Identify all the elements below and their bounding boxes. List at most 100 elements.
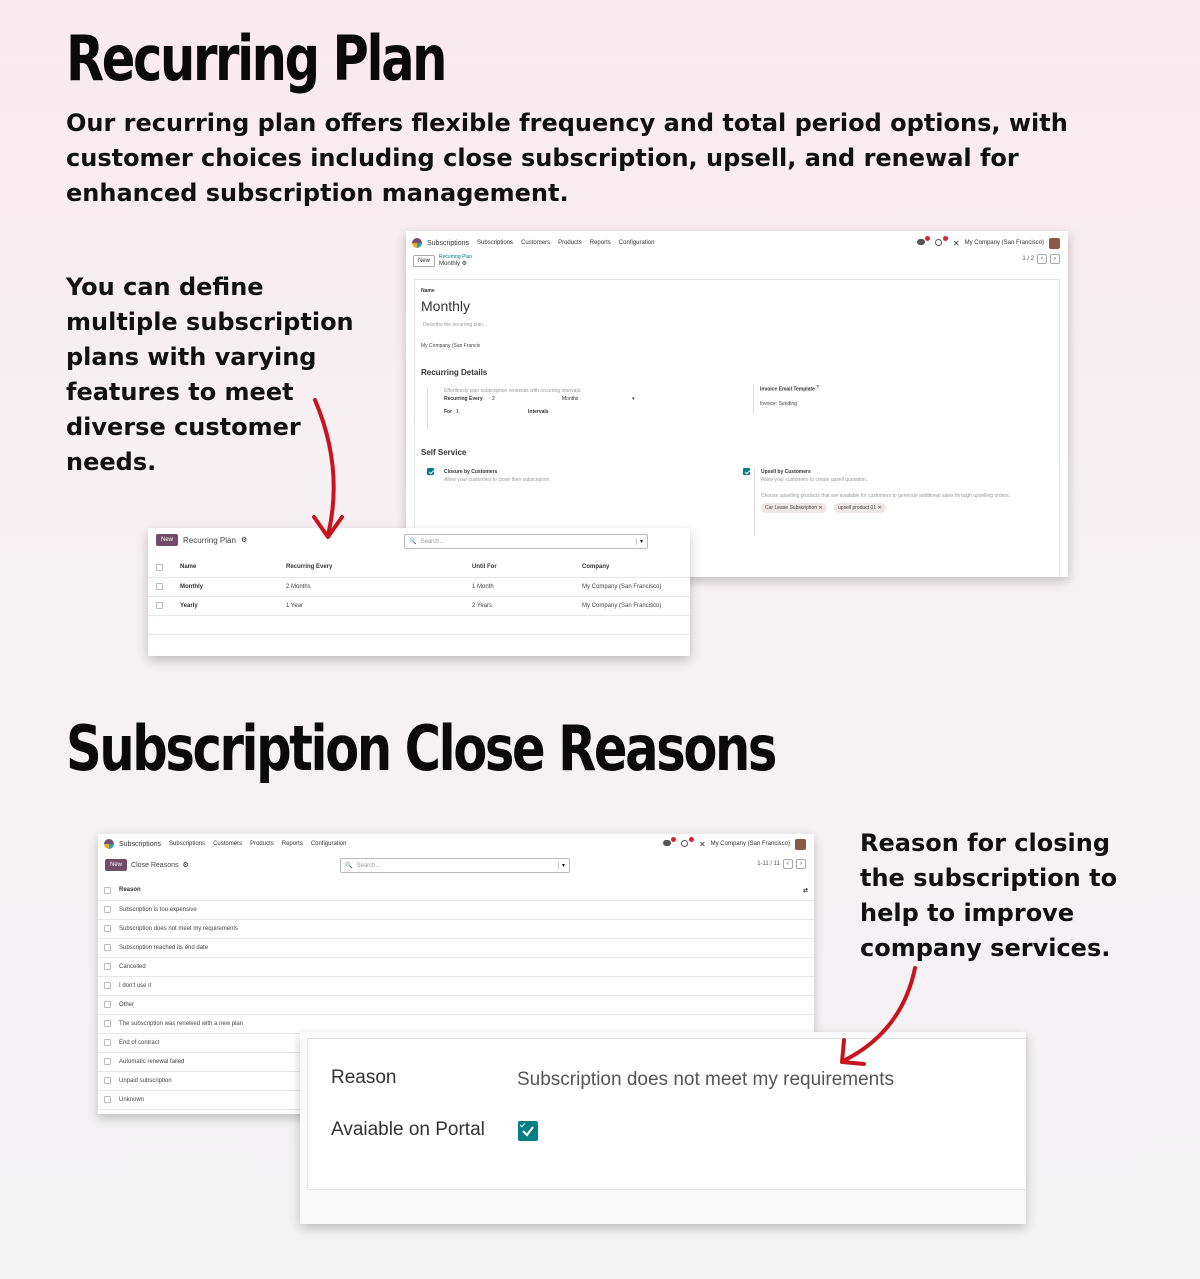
search-dropdown-icon[interactable]: ▾ xyxy=(635,538,643,545)
cell-until: 2 Years xyxy=(464,596,574,616)
tools-icon[interactable]: ✕ xyxy=(953,239,960,248)
new-button[interactable]: New xyxy=(156,534,179,546)
activity-icon[interactable] xyxy=(934,236,948,247)
breadcrumb-current: Monthly xyxy=(439,261,461,267)
name-field[interactable]: Monthly xyxy=(421,298,470,314)
reason-label: Reason xyxy=(331,1067,397,1088)
search-dropdown-icon[interactable]: ▾ xyxy=(557,862,565,869)
new-button[interactable]: New xyxy=(413,255,436,267)
menu-configuration[interactable]: Configuration xyxy=(619,240,655,246)
menu-customers[interactable]: Customers xyxy=(521,240,550,246)
row-checkbox[interactable] xyxy=(104,905,111,913)
menu-reports[interactable]: Reports xyxy=(282,841,303,847)
row-checkbox[interactable] xyxy=(104,962,111,970)
header-reason[interactable]: Reason xyxy=(118,881,794,901)
pager-prev-button[interactable]: ‹ xyxy=(1037,254,1047,264)
table-row[interactable]: Other xyxy=(98,995,814,1015)
table-row[interactable]: Yearly 1 Year 2 Years My Company (San Fr… xyxy=(148,596,690,616)
company-switcher[interactable]: My Company (San Francisco) xyxy=(965,240,1044,246)
app-name[interactable]: Subscriptions xyxy=(427,240,469,247)
invoice-template-field[interactable]: Invoice: Sending xyxy=(760,401,819,407)
table-empty-row xyxy=(148,615,690,635)
table-row[interactable]: Subscription is too expensive xyxy=(98,900,814,920)
search-input[interactable]: 🔍 Search... ▾ xyxy=(340,858,570,873)
reason-field[interactable]: Subscription does not meet my requiremen… xyxy=(517,1069,894,1091)
activity-icon[interactable] xyxy=(680,837,694,848)
table-row[interactable]: Cancelled xyxy=(98,957,814,977)
company-switcher[interactable]: My Company (San Francisco) xyxy=(711,841,790,847)
upsell-checkbox[interactable] xyxy=(743,468,750,475)
side-text-reasons: Reason for closing the subscription to h… xyxy=(860,829,1118,962)
pager-prev-button[interactable]: ‹ xyxy=(783,859,793,869)
recurring-every-label: Recurring Every xyxy=(444,396,483,402)
tools-icon[interactable]: ✕ xyxy=(699,840,706,849)
closure-label: Closure by Customers xyxy=(444,469,498,475)
header-recurring-every[interactable]: Recurring Every xyxy=(278,558,464,578)
row-checkbox[interactable] xyxy=(104,981,111,989)
table-row[interactable]: Subscription does not meet my requiremen… xyxy=(98,919,814,939)
table-header: Reason ⇄ xyxy=(98,881,814,901)
chat-icon[interactable] xyxy=(662,837,676,848)
new-button[interactable]: New xyxy=(105,859,128,871)
tag-upsell-product[interactable]: upsell product 01 ✕ xyxy=(834,503,886,513)
row-checkbox[interactable] xyxy=(104,1095,111,1103)
select-all-checkbox[interactable] xyxy=(156,563,163,571)
table-row[interactable]: I don't use it xyxy=(98,976,814,996)
gear-icon[interactable]: ⚙ xyxy=(182,861,188,869)
header-company[interactable]: Company xyxy=(574,558,690,578)
for-field[interactable]: 1 xyxy=(456,409,528,415)
recurring-unit-select[interactable]: Months xyxy=(562,396,632,402)
row-checkbox[interactable] xyxy=(104,1019,111,1027)
table-row[interactable]: Subscription reached its end date xyxy=(98,938,814,958)
row-checkbox[interactable] xyxy=(156,601,163,609)
menu-products[interactable]: Products xyxy=(558,240,582,246)
search-icon: 🔍 xyxy=(345,863,353,869)
self-service-title: Self Service xyxy=(421,448,467,457)
tag-car-lease[interactable]: Car Lease Subscription ✕ xyxy=(761,503,827,513)
header-name[interactable]: Name xyxy=(172,558,278,578)
top-navbar: Subscriptions Subscriptions Customers Pr… xyxy=(406,233,1068,253)
user-avatar[interactable] xyxy=(795,838,806,850)
row-checkbox[interactable] xyxy=(156,582,163,590)
menu-subscriptions[interactable]: Subscriptions xyxy=(477,240,513,246)
company-field[interactable]: My Company (San Francis xyxy=(421,343,480,349)
row-checkbox[interactable] xyxy=(104,1038,111,1046)
menu-customers[interactable]: Customers xyxy=(213,841,242,847)
upsell-products-help: Choose upselling products that are avail… xyxy=(761,493,1011,499)
pager-next-button[interactable]: › xyxy=(1050,254,1060,264)
pager: 1 / 2 xyxy=(1022,256,1034,262)
upsell-help: Allow your customers to create upsell qu… xyxy=(761,477,868,483)
breadcrumb-parent[interactable]: Recurring Plan xyxy=(439,254,472,261)
row-checkbox[interactable] xyxy=(104,943,111,951)
select-all-checkbox[interactable] xyxy=(104,886,111,894)
search-input[interactable]: 🔍 Search... ▾ xyxy=(404,534,648,549)
closure-checkbox[interactable] xyxy=(427,468,434,475)
arrow-icon xyxy=(840,966,917,1066)
column-settings-icon[interactable]: ⇄ xyxy=(794,881,814,901)
header-until-for[interactable]: Until For xyxy=(464,558,574,578)
gear-icon[interactable]: ⚙ xyxy=(241,536,247,544)
menu-configuration[interactable]: Configuration xyxy=(311,841,347,847)
row-checkbox[interactable] xyxy=(104,1000,111,1008)
app-logo-icon xyxy=(104,839,114,849)
pager: 1-11 / 11 xyxy=(757,861,780,867)
table-row[interactable]: Monthly 2 Months 1 Month My Company (San… xyxy=(148,577,690,597)
row-checkbox[interactable] xyxy=(104,1076,111,1084)
chat-icon[interactable] xyxy=(916,236,930,247)
row-checkbox[interactable] xyxy=(104,924,111,932)
menu-reports[interactable]: Reports xyxy=(590,240,611,246)
row-checkbox[interactable] xyxy=(104,1057,111,1065)
gear-icon[interactable]: ⚙ xyxy=(462,261,467,267)
portal-checkbox[interactable] xyxy=(518,1121,538,1141)
description-field[interactable]: Describe the recurring plan... xyxy=(423,322,487,328)
app-name[interactable]: Subscriptions xyxy=(119,841,161,848)
cell-name: Yearly xyxy=(172,596,278,616)
user-avatar[interactable] xyxy=(1049,237,1060,249)
menu-products[interactable]: Products xyxy=(250,841,274,847)
cell-recurring: 1 Year xyxy=(278,596,464,616)
table-row[interactable]: The subscription was renewed with a new … xyxy=(98,1014,814,1034)
recurring-every-field[interactable]: 2 xyxy=(492,396,562,402)
menu-subscriptions[interactable]: Subscriptions xyxy=(169,841,205,847)
chevron-down-icon[interactable]: ▾ xyxy=(632,396,635,402)
pager-next-button[interactable]: › xyxy=(796,859,806,869)
